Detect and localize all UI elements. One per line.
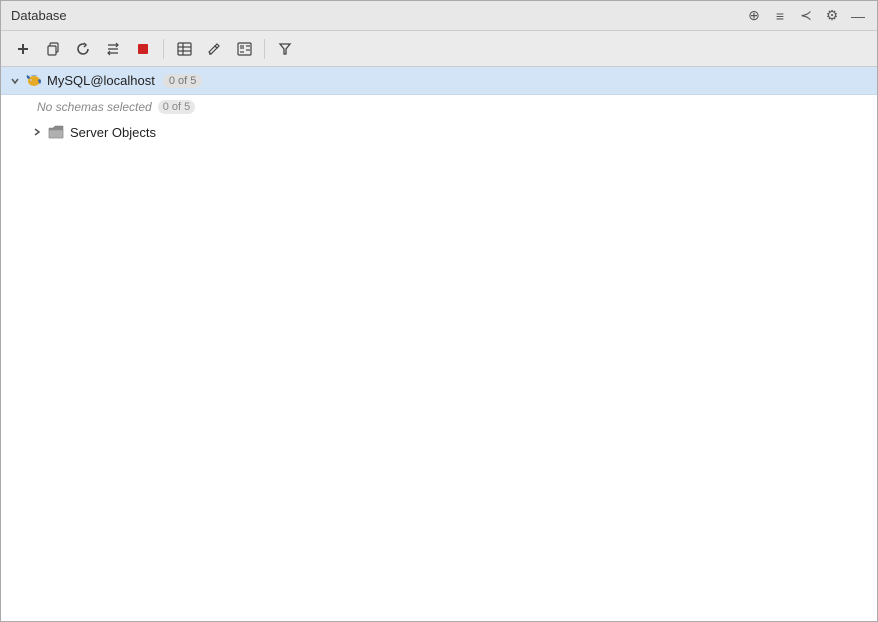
- refresh-icon: [76, 42, 91, 56]
- connection-label: MySQL@localhost: [47, 73, 155, 88]
- stop-button[interactable]: [129, 36, 157, 62]
- window-title: Database: [11, 8, 67, 23]
- refresh-button[interactable]: [69, 36, 97, 62]
- connection-chevron[interactable]: [7, 73, 23, 89]
- edit-button[interactable]: [200, 36, 228, 62]
- copy-icon: [46, 42, 60, 56]
- toolbar-separator-1: [163, 39, 164, 59]
- view-icon: [237, 42, 252, 56]
- server-objects-chevron[interactable]: [29, 124, 45, 140]
- settings-icon[interactable]: ⚙: [823, 7, 841, 25]
- filter-lines-icon[interactable]: ≺: [797, 7, 815, 25]
- table-button[interactable]: [170, 36, 198, 62]
- no-schemas-badge: 0 of 5: [158, 100, 196, 114]
- toolbar: [1, 31, 877, 67]
- server-objects-row[interactable]: Server Objects: [1, 119, 877, 145]
- globe-icon[interactable]: ⊕: [745, 7, 763, 25]
- add-icon: [16, 42, 30, 56]
- list-icon[interactable]: ≡: [771, 7, 789, 25]
- mysql-connection-icon: [25, 73, 43, 89]
- toolbar-separator-2: [264, 39, 265, 59]
- server-objects-label: Server Objects: [70, 125, 156, 140]
- folder-icon: [47, 124, 65, 140]
- minimize-icon[interactable]: —: [849, 7, 867, 25]
- title-bar-left: Database: [11, 8, 67, 23]
- stop-icon: [137, 43, 149, 55]
- filter-group-button[interactable]: [99, 36, 127, 62]
- connection-badge: 0 of 5: [163, 74, 203, 88]
- title-bar: Database ⊕ ≡ ≺ ⚙ —: [1, 1, 877, 31]
- add-button[interactable]: [9, 36, 37, 62]
- view-button[interactable]: [230, 36, 258, 62]
- title-bar-right: ⊕ ≡ ≺ ⚙ —: [745, 7, 867, 25]
- edit-icon: [207, 42, 221, 56]
- connection-row[interactable]: MySQL@localhost 0 of 5: [1, 67, 877, 95]
- no-schemas-text: No schemas selected: [37, 100, 152, 114]
- filter-icon: [278, 42, 292, 56]
- content-area: MySQL@localhost 0 of 5 No schemas select…: [1, 67, 877, 621]
- table-icon: [177, 42, 192, 56]
- filter-group-icon: [106, 42, 120, 56]
- tree-root: MySQL@localhost 0 of 5 No schemas select…: [1, 67, 877, 145]
- database-window: Database ⊕ ≡ ≺ ⚙ —: [0, 0, 878, 622]
- filter-button[interactable]: [271, 36, 299, 62]
- copy-button[interactable]: [39, 36, 67, 62]
- no-schemas-row: No schemas selected 0 of 5: [1, 95, 877, 119]
